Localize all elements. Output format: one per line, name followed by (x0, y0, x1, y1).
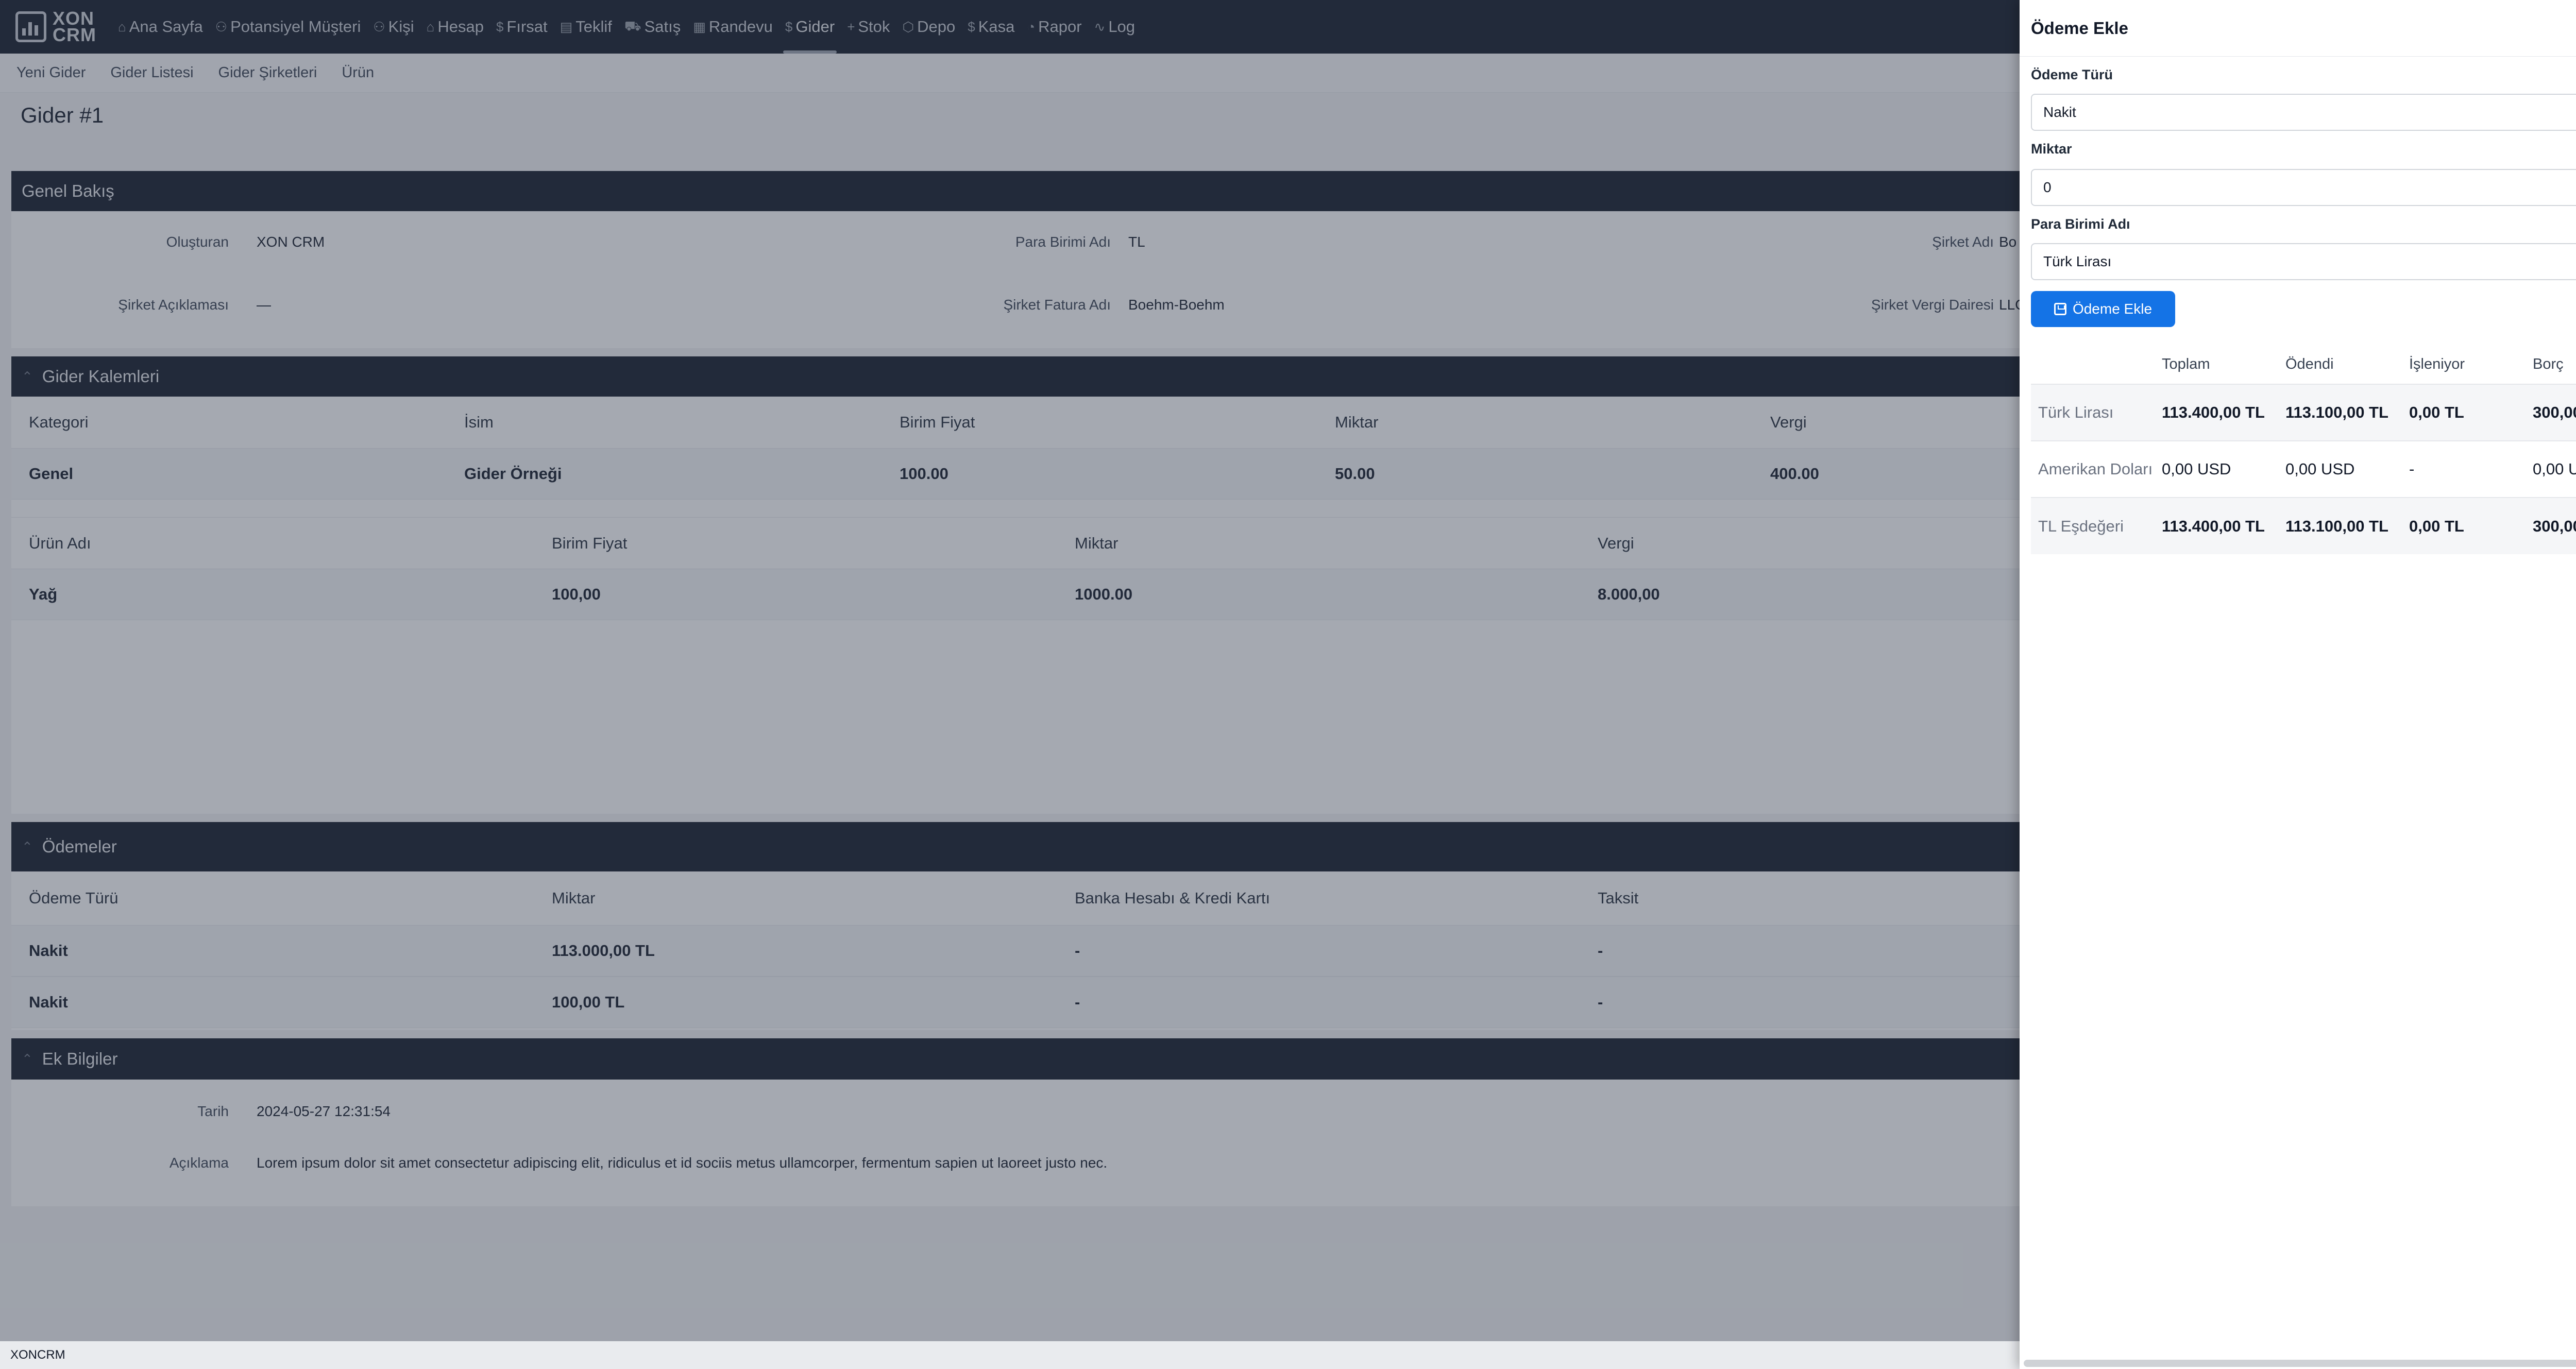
column-header (2031, 345, 2155, 384)
table-cell: 0,00 USD (2155, 440, 2278, 498)
column-header: Toplam (2162, 356, 2210, 372)
drawer-title: Ödeme Ekle (2031, 18, 2128, 38)
footer-text: XONCRM (10, 1348, 65, 1362)
save-icon (2054, 303, 2066, 315)
table-cell: 113.100,00 TL (2278, 384, 2402, 441)
drawer-header: Ödeme Ekle ✕ (2020, 0, 2576, 57)
column-header: Borç (2533, 356, 2564, 372)
currency-label: Para Birimi Adı (2031, 216, 2130, 232)
table-cell: 0,00 TL (2402, 384, 2526, 441)
button-label: Ödeme Ekle (2072, 301, 2153, 317)
amount-input[interactable] (2031, 169, 2576, 206)
table-cell: 300,00 TL (2526, 497, 2576, 554)
horizontal-scrollbar[interactable] (2024, 1360, 2576, 1367)
row-label: TL Eşdeğeri (2031, 497, 2155, 554)
table-cell: 113.100,00 TL (2278, 497, 2402, 554)
column-header: İşleniyor (2409, 356, 2465, 372)
payment-type-label: Ödeme Türü (2031, 67, 2113, 82)
select-value: Nakit (2043, 104, 2076, 120)
table-cell: 0,00 USD (2526, 440, 2576, 498)
row-label: Amerikan Doları (2031, 440, 2155, 498)
table-cell: - (2402, 440, 2526, 498)
row-label: Türk Lirası (2031, 384, 2155, 441)
summary-header-row: Toplam Ödendi İşleniyor Borç (2031, 345, 2576, 384)
table-cell: 300,00 TL (2526, 384, 2576, 441)
currency-select[interactable]: Türk Lirası ⌄ (2031, 243, 2576, 280)
payment-summary-table: Toplam Ödendi İşleniyor Borç Türk Lirası… (2031, 345, 2576, 554)
payment-type-select[interactable]: Nakit ⌄ (2031, 94, 2576, 131)
add-payment-button[interactable]: Ödeme Ekle (2031, 291, 2175, 327)
table-row: Amerikan Doları 0,00 USD 0,00 USD - 0,00… (2031, 440, 2576, 498)
table-cell: 113.400,00 TL (2155, 384, 2278, 441)
footer: XONCRM (0, 1341, 2020, 1369)
add-payment-drawer: Ödeme Ekle ✕ Ödeme Türü Nakit ⌄ Miktar P… (2020, 0, 2576, 1369)
table-cell: 0,00 USD (2278, 440, 2402, 498)
table-row: TL Eşdeğeri 113.400,00 TL 113.100,00 TL … (2031, 497, 2576, 554)
select-value: Türk Lirası (2043, 253, 2112, 269)
table-row: Türk Lirası 113.400,00 TL 113.100,00 TL … (2031, 384, 2576, 441)
column-header: Ödendi (2285, 356, 2334, 372)
table-cell: 113.400,00 TL (2155, 497, 2278, 554)
amount-label: Miktar (2031, 141, 2072, 157)
table-cell: 0,00 TL (2402, 497, 2526, 554)
